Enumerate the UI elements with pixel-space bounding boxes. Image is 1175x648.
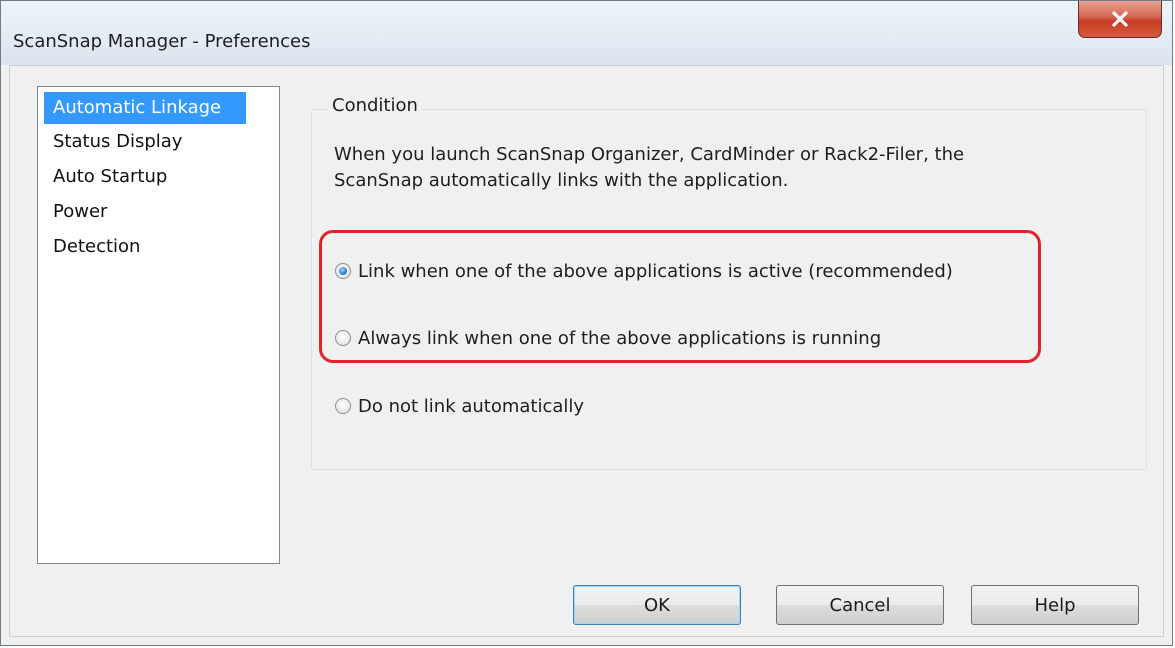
sidebar-item-auto-startup[interactable]: Auto Startup (44, 161, 176, 193)
dialog-client-area: Automatic Linkage Status Display Auto St… (9, 65, 1164, 637)
condition-group-label: Condition (328, 95, 422, 117)
title-bar[interactable]: ScanSnap Manager - Preferences (1, 1, 1172, 65)
condition-description: When you launch ScanSnap Organizer, Card… (334, 142, 1094, 194)
sidebar-item-detection[interactable]: Detection (44, 231, 149, 263)
description-line-2: ScanSnap automatically links with the ap… (334, 170, 789, 191)
annotation-highlight-box (319, 230, 1041, 363)
close-button[interactable] (1078, 1, 1162, 38)
sidebar-item-status-display[interactable]: Status Display (44, 126, 191, 158)
window-title: ScanSnap Manager - Preferences (13, 31, 311, 52)
radio-label: Do not link automatically (358, 395, 585, 417)
sidebar-item-power[interactable]: Power (44, 196, 116, 228)
category-list: Automatic Linkage Status Display Auto St… (37, 86, 280, 564)
sidebar-item-automatic-linkage[interactable]: Automatic Linkage (44, 92, 246, 124)
cancel-button[interactable]: Cancel (776, 585, 944, 625)
radio-option-do-not-link[interactable]: Do not link automatically (335, 394, 584, 418)
close-x-icon (1112, 11, 1128, 27)
help-button[interactable]: Help (971, 585, 1139, 625)
radio-button[interactable] (335, 398, 351, 414)
ok-button[interactable]: OK (573, 585, 741, 625)
preferences-window: ScanSnap Manager - Preferences Automatic… (0, 0, 1173, 646)
description-line-1: When you launch ScanSnap Organizer, Card… (334, 144, 965, 165)
